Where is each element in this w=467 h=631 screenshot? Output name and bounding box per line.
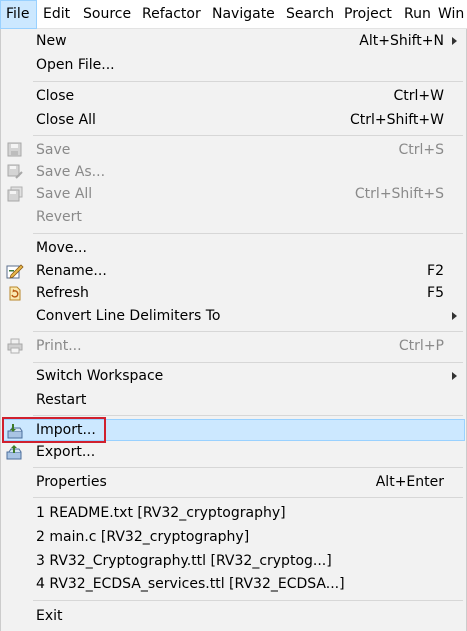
menu-item-new[interactable]: New Alt+Shift+N <box>2 30 465 52</box>
menu-navigate[interactable]: Navigate <box>206 0 275 29</box>
recent-file-item[interactable]: 2 main.c [RV32_cryptography] <box>2 526 465 548</box>
menu-separator <box>33 135 463 136</box>
rename-icon <box>6 263 24 279</box>
menu-refactor[interactable]: Refactor <box>136 0 201 29</box>
menu-item-shortcut: Ctrl+W <box>393 88 444 104</box>
menu-item-switch-workspace[interactable]: Switch Workspace <box>2 365 465 387</box>
menu-item-shortcut: Alt+Shift+N <box>359 33 444 49</box>
menu-item-label: Save <box>36 142 71 158</box>
print-icon <box>6 338 24 354</box>
save-all-icon <box>6 186 24 202</box>
menu-item-shortcut: F2 <box>427 263 444 279</box>
recent-file-label: 3 RV32_Cryptography.ttl [RV32_cryptog...… <box>36 553 332 569</box>
menu-item-shortcut: Ctrl+S <box>398 142 444 158</box>
menu-item-exit[interactable]: Exit <box>2 605 465 627</box>
menu-search[interactable]: Search <box>280 0 334 29</box>
menu-item-print: Print... Ctrl+P <box>2 335 465 357</box>
menu-item-save-all: Save All Ctrl+Shift+S <box>2 183 465 205</box>
import-highlight-box <box>2 417 106 443</box>
menu-item-save: Save Ctrl+S <box>2 139 465 161</box>
menu-item-revert: Revert <box>2 206 465 228</box>
save-icon <box>6 142 24 158</box>
save-as-icon <box>6 164 24 180</box>
menu-item-label: Refresh <box>36 285 89 301</box>
recent-file-item[interactable]: 4 RV32_ECDSA_services.ttl [RV32_ECDSA...… <box>2 573 465 595</box>
recent-file-item[interactable]: 3 RV32_Cryptography.ttl [RV32_cryptog...… <box>2 550 465 572</box>
menu-item-label: Restart <box>36 392 87 408</box>
menu-item-label: Print... <box>36 338 82 354</box>
recent-file-label: 4 RV32_ECDSA_services.ttl [RV32_ECDSA...… <box>36 576 345 592</box>
menu-item-shortcut: Ctrl+Shift+S <box>354 186 444 202</box>
menu-file[interactable]: File <box>0 0 37 29</box>
menu-item-shortcut: Ctrl+P <box>398 338 444 354</box>
menu-project[interactable]: Project <box>338 0 392 29</box>
menu-item-label: Revert <box>36 209 82 225</box>
menu-item-label: Move... <box>36 240 87 256</box>
menu-item-close[interactable]: Close Ctrl+W <box>2 85 465 107</box>
menu-bar: File Edit Source Refactor Navigate Searc… <box>0 0 467 29</box>
menu-item-save-as: Save As... <box>2 161 465 183</box>
menu-run[interactable]: Run <box>398 0 431 29</box>
menu-separator <box>33 233 463 234</box>
menu-separator <box>33 81 463 82</box>
menu-separator <box>33 415 463 416</box>
menu-item-shortcut: Alt+Enter <box>375 474 444 490</box>
recent-file-item[interactable]: 1 README.txt [RV32_cryptography] <box>2 502 465 524</box>
export-icon <box>6 444 24 460</box>
menu-item-label: Close All <box>36 112 96 128</box>
refresh-icon <box>6 285 24 301</box>
menu-item-convert-line-delimiters[interactable]: Convert Line Delimiters To <box>2 305 465 327</box>
menu-item-shortcut: F5 <box>427 285 444 301</box>
menu-separator <box>33 497 463 498</box>
recent-file-label: 1 README.txt [RV32_cryptography] <box>36 505 286 521</box>
submenu-arrow-icon <box>452 372 457 380</box>
menu-separator <box>33 331 463 332</box>
menu-item-label: Export... <box>36 444 96 460</box>
menu-separator <box>33 467 463 468</box>
menu-item-properties[interactable]: Properties Alt+Enter <box>2 471 465 493</box>
menu-item-close-all[interactable]: Close All Ctrl+Shift+W <box>2 109 465 131</box>
menu-window[interactable]: Win <box>432 0 464 29</box>
menu-item-shortcut: Ctrl+Shift+W <box>349 112 444 128</box>
menu-item-label: Save As... <box>36 164 106 180</box>
menu-item-label: Rename... <box>36 263 107 279</box>
menu-item-label: New <box>36 33 67 49</box>
menu-item-label: Exit <box>36 608 63 624</box>
menu-item-open-file[interactable]: Open File... <box>2 54 465 76</box>
menu-source[interactable]: Source <box>77 0 131 29</box>
menu-edit[interactable]: Edit <box>37 0 70 29</box>
menu-item-label: Open File... <box>36 57 115 73</box>
menu-item-rename[interactable]: Rename... F2 <box>2 260 465 282</box>
menu-item-label: Convert Line Delimiters To <box>36 308 221 324</box>
menu-item-export[interactable]: Export... <box>2 441 465 463</box>
menu-separator <box>33 362 463 363</box>
menu-item-label: Switch Workspace <box>36 368 164 384</box>
menu-item-restart[interactable]: Restart <box>2 389 465 411</box>
submenu-arrow-icon <box>452 312 457 320</box>
menu-item-refresh[interactable]: Refresh F5 <box>2 282 465 304</box>
submenu-arrow-icon <box>452 37 457 45</box>
menu-separator <box>33 600 463 601</box>
menu-item-label: Close <box>36 88 75 104</box>
menu-item-label: Properties <box>36 474 107 490</box>
menu-item-label: Save All <box>36 186 93 202</box>
menu-item-move[interactable]: Move... <box>2 237 465 259</box>
recent-file-label: 2 main.c [RV32_cryptography] <box>36 529 250 545</box>
